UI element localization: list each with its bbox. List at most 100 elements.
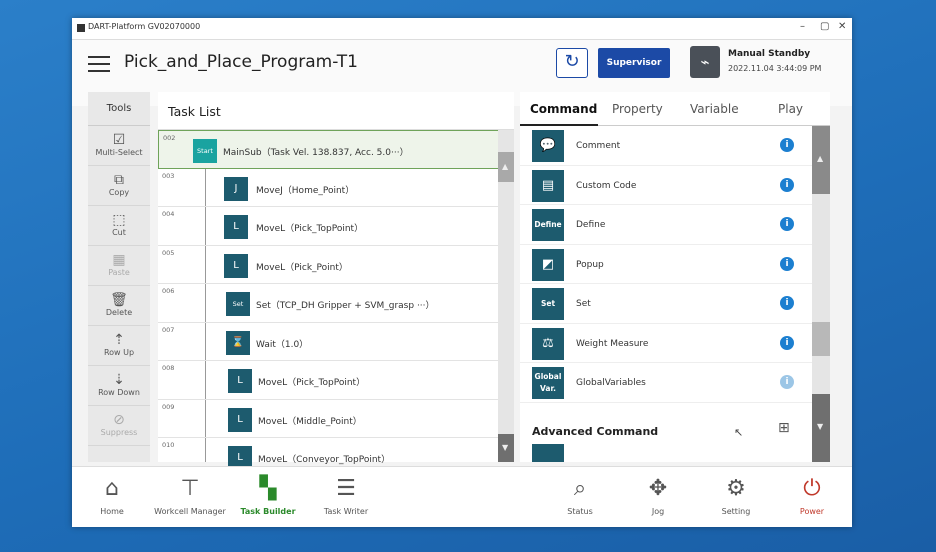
task-row[interactable]: 009 L MoveL（Middle_Point） — [158, 400, 514, 438]
nav-label: Setting — [721, 507, 751, 516]
nav-label: Task Builder — [240, 507, 296, 516]
row-number: 005 — [162, 248, 175, 257]
scroll-down-button[interactable]: ▼ — [498, 434, 514, 462]
row-down-icon: ⇣ — [113, 372, 125, 388]
nav-task-builder[interactable]: ▚ Task Builder — [228, 475, 308, 516]
nav-label: Task Writer — [323, 507, 369, 516]
status-icon: ⌕ — [573, 476, 587, 501]
multi-select-icon: ☑ — [112, 132, 126, 148]
command-label: Set — [576, 299, 591, 309]
task-row[interactable]: 002 Start MainSub（Task Vel. 138.837, Acc… — [158, 130, 514, 169]
tool-label: Multi-Select — [95, 148, 143, 157]
command-item[interactable]: ▤ Custom Code i — [520, 166, 830, 205]
panel-tabs: Command Property Variable Play — [520, 92, 830, 126]
info-icon[interactable]: i — [780, 256, 794, 271]
task-row[interactable]: 004 L MoveL（Pick_TopPoint） — [158, 207, 514, 246]
nav-workcell-manager[interactable]: ⊤ Workcell Manager — [150, 475, 230, 516]
tool-label: Row Down — [98, 388, 140, 397]
power-icon: ⏻ — [803, 476, 821, 501]
row-number: 004 — [162, 210, 175, 218]
row-up-button[interactable]: ⇡ Row Up — [88, 326, 150, 366]
row-down-button[interactable]: ⇣ Row Down — [88, 366, 150, 406]
robot-status: Manual Standby — [728, 49, 811, 59]
command-panel: Command Property Variable Play 💬 Comment… — [520, 92, 830, 462]
set-icon: Set — [226, 292, 250, 316]
movej-icon: J — [224, 176, 248, 201]
task-row[interactable]: 006 Set Set（TCP_DH Gripper + SVM_grasp ·… — [158, 284, 514, 323]
task-row[interactable]: 007 ⌛ Wait（1.0） — [158, 323, 514, 361]
nav-home[interactable]: ⌂ Home — [72, 475, 152, 516]
task-row[interactable]: 003 J MoveJ（Home_Point） — [158, 169, 514, 207]
row-number: 009 — [162, 402, 175, 411]
tab-variable[interactable]: Variable — [690, 102, 739, 116]
delete-button[interactable]: 🗑 Delete — [88, 286, 150, 326]
info-icon[interactable]: i — [780, 177, 794, 192]
task-list-title: Task List — [158, 92, 514, 130]
status-timestamp: 2022.11.04 3:44:09 PM — [728, 64, 822, 73]
info-icon[interactable]: i — [780, 138, 794, 152]
command-item[interactable]: Global Var. GlobalVariables i — [520, 363, 830, 403]
nav-status[interactable]: ⌕ Status — [540, 475, 620, 516]
scroll-up-button[interactable]: ▲ — [812, 126, 830, 194]
row-number: 006 — [162, 287, 175, 295]
workcell-icon: ⊤ — [180, 476, 200, 501]
info-icon[interactable]: i — [780, 296, 794, 310]
paste-button[interactable]: ▦ Paste — [88, 246, 150, 286]
command-item[interactable]: Define Define i — [520, 205, 830, 245]
nav-task-writer[interactable]: ☰ Task Writer — [306, 475, 386, 516]
copy-button[interactable]: ⧉ Copy — [88, 166, 150, 206]
tab-property[interactable]: Property — [612, 102, 663, 116]
program-title: Pick_and_Place_Program-T1 — [124, 52, 358, 72]
supervisor-button[interactable]: Supervisor — [598, 48, 670, 78]
robot-status-icon: ⌁ — [690, 46, 720, 78]
tool-label: Cut — [112, 228, 126, 237]
command-item[interactable]: Set Set i — [520, 284, 830, 324]
info-icon[interactable]: i — [780, 335, 794, 350]
popup-icon: ◩ — [532, 248, 564, 281]
nav-label: Workcell Manager — [154, 507, 226, 516]
task-row[interactable]: 005 L MoveL（Pick_Point） — [158, 246, 514, 284]
command-item[interactable]: ⚖ Weight Measure i — [520, 324, 830, 363]
nav-label: Status — [567, 507, 593, 516]
command-label: Comment — [576, 141, 621, 151]
row-number: 010 — [162, 441, 175, 449]
tool-label: Row Up — [103, 348, 135, 357]
info-icon[interactable]: i — [780, 217, 794, 231]
comment-icon: 💬 — [532, 130, 564, 162]
task-writer-icon: ☰ — [336, 476, 356, 501]
nav-setting[interactable]: ⚙ Setting — [696, 475, 776, 516]
scroll-down-button[interactable]: ▼ — [812, 394, 830, 462]
nav-jog[interactable]: ✥ Jog — [618, 475, 698, 516]
advanced-command-item[interactable] — [532, 444, 564, 462]
task-text: Set（TCP_DH Gripper + SVM_grasp ···） — [256, 301, 435, 311]
task-row[interactable]: 008 L MoveL（Pick_TopPoint） — [158, 361, 514, 400]
multi-select-button[interactable]: ☑ Multi-Select — [88, 126, 150, 166]
command-item[interactable]: 💬 Comment i — [520, 126, 830, 166]
chevron-up-icon: ▲ — [817, 154, 824, 163]
set-icon: Set — [532, 288, 564, 320]
app-window: DART-Platform GV02070000 – ▢ ✕ Pick_and_… — [72, 18, 852, 527]
minimize-icon[interactable]: – — [800, 21, 805, 32]
command-label: Define — [576, 220, 606, 230]
advanced-command-header[interactable]: Advanced Command — [520, 414, 800, 444]
cut-button[interactable]: ⬚ Cut — [88, 206, 150, 246]
grid-view-icon[interactable]: ⊞ — [778, 420, 790, 436]
scroll-up-button[interactable]: ▲ — [498, 152, 514, 182]
define-icon: Define — [532, 209, 564, 241]
command-label: Weight Measure — [576, 338, 649, 349]
tool-label: Paste — [108, 268, 130, 277]
suppress-button[interactable]: ⊘ Suppress — [88, 406, 150, 446]
scroll-thumb[interactable] — [812, 322, 830, 356]
nav-power[interactable]: ⏻ Power — [772, 475, 852, 516]
close-icon[interactable]: ✕ — [838, 21, 846, 32]
movel-icon: L — [224, 215, 248, 239]
tab-command[interactable]: Command — [530, 102, 597, 116]
info-icon[interactable]: i — [780, 375, 794, 389]
maximize-icon[interactable]: ▢ — [820, 21, 829, 32]
refresh-button[interactable]: ↻ — [556, 48, 588, 78]
title-bar: DART-Platform GV02070000 – ▢ ✕ — [72, 18, 852, 40]
tab-play[interactable]: Play — [778, 102, 803, 116]
command-item[interactable]: ◩ Popup i — [520, 245, 830, 284]
jog-icon: ✥ — [648, 476, 668, 501]
menu-icon[interactable] — [88, 56, 110, 74]
